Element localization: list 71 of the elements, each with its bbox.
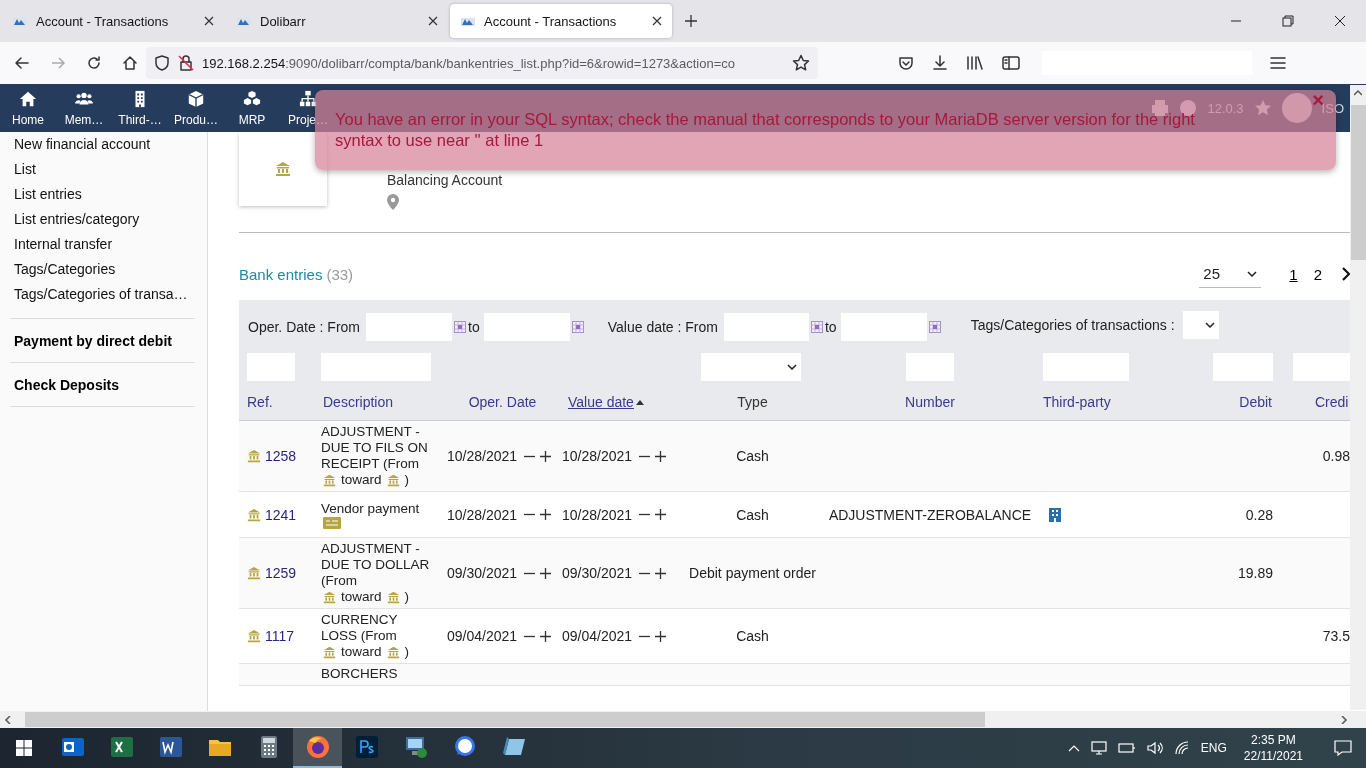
ref-link[interactable]: 1258 (265, 448, 297, 464)
column-header[interactable]: Ref. (239, 394, 281, 410)
filter-label: to (468, 319, 480, 335)
type-text: Cash (736, 628, 769, 644)
amount-text: 19.89 (1237, 565, 1273, 581)
date-text: 10/28/2021 (562, 448, 633, 464)
description-text: ) (404, 472, 410, 488)
column-header[interactable]: Credi (1307, 394, 1350, 410)
menu-tab[interactable]: Home (0, 84, 56, 132)
type-text: Debit payment order (689, 565, 816, 581)
column-header[interactable]: Number (897, 394, 963, 410)
column-header[interactable]: Oper. Date (460, 394, 545, 410)
sidebar-link[interactable]: Tags/Categories of transa… (10, 283, 195, 308)
description-text: toward (341, 589, 382, 605)
filter-label: Value date : From (607, 319, 718, 335)
menu-tab[interactable]: MRP (224, 84, 280, 132)
page-size-select[interactable]: 25 (1199, 260, 1262, 288)
menu-tab[interactable]: Produ… (168, 84, 224, 132)
date-text: 09/04/2021 (562, 628, 633, 644)
browser-tab[interactable]: Account - Transactions (2, 4, 224, 38)
date-text: 10/28/2021 (562, 506, 633, 523)
description-text: ) (404, 644, 410, 660)
page-link[interactable]: 1 (1281, 265, 1306, 283)
amount-text: 0.98 (1322, 448, 1350, 464)
description-text: Vendor payment (321, 500, 421, 517)
date-text: 09/04/2021 (447, 628, 518, 644)
list-title: Bank entries (239, 265, 323, 283)
ref-link[interactable]: 1241 (265, 506, 297, 523)
account-label: Balancing Account (387, 172, 503, 188)
column-header[interactable]: Third-party (1035, 394, 1119, 410)
menu-tab[interactable]: Third-… (112, 84, 168, 132)
ref-link[interactable]: 1259 (265, 565, 297, 581)
column-header[interactable]: Value date (560, 394, 636, 410)
column-header[interactable]: Description (315, 394, 402, 410)
description-text: ) (404, 589, 410, 605)
filter-label: Oper. Date : From (248, 319, 361, 335)
sidebar-link[interactable]: List entries/category (10, 208, 195, 233)
entry-count: (33) (326, 265, 354, 283)
amount-text: 73.5 (1322, 628, 1350, 644)
sidebar-section-link[interactable]: Payment by direct debit (14, 333, 172, 349)
sidebar-link[interactable]: New financial account (10, 132, 195, 158)
language-indicator[interactable]: ENG (1200, 741, 1227, 755)
date-text: 09/30/2021 (562, 565, 633, 581)
type-text: Cash (736, 448, 769, 464)
page-link[interactable]: 2 (1305, 265, 1330, 283)
browser-tab[interactable]: Dolibarr (226, 4, 448, 38)
clock[interactable]: 2:35 PM 22/11/2021 (1237, 732, 1309, 764)
url-text: 192.168.2.254:9090/dolibarr/compta/bank/bankentries_list.php?id=6&rowid=1273&action=co (202, 55, 737, 71)
sidebar-link[interactable]: List entries (10, 183, 195, 208)
menu-tab[interactable]: Mem… (56, 84, 112, 132)
sidebar-link[interactable]: List (10, 158, 195, 183)
date-text: 10/28/2021 (447, 448, 518, 464)
date-text: 09/30/2021 (447, 565, 518, 581)
description-text: toward (341, 644, 382, 660)
type-text: Cash (736, 506, 769, 523)
sidebar-link[interactable]: Tags/Categories (10, 258, 195, 283)
number-text: ADJUSTMENT-ZEROBALANCE (828, 506, 1032, 523)
browser-tab[interactable]: Account - Transactions (450, 4, 672, 38)
ref-link[interactable]: 1117 (265, 628, 295, 644)
filter-label: to (825, 319, 837, 335)
address-bar[interactable]: 192.168.2.254:9090/dolibarr/compta/bank/bankentries_list.php?id=6&rowid=1273&action=co (146, 47, 818, 79)
column-header: Type (736, 394, 769, 410)
sidebar-link[interactable]: Internal transfer (10, 233, 195, 258)
amount-text: 0.28 (1245, 506, 1273, 523)
description-text: BORCHERS (321, 666, 399, 682)
error-message: You have an error in your SQL syntax; check the manual that corresponds to your MariaDB server version for the right syntax to use near '' at line 1 (335, 109, 1196, 151)
description-text: toward (341, 472, 382, 488)
date-text: 10/28/2021 (447, 506, 518, 523)
column-header[interactable]: Debit (1231, 394, 1280, 410)
sidebar-section-link[interactable]: Check Deposits (14, 377, 120, 393)
filter-label: Tags/Categories of transactions : (970, 317, 1175, 333)
